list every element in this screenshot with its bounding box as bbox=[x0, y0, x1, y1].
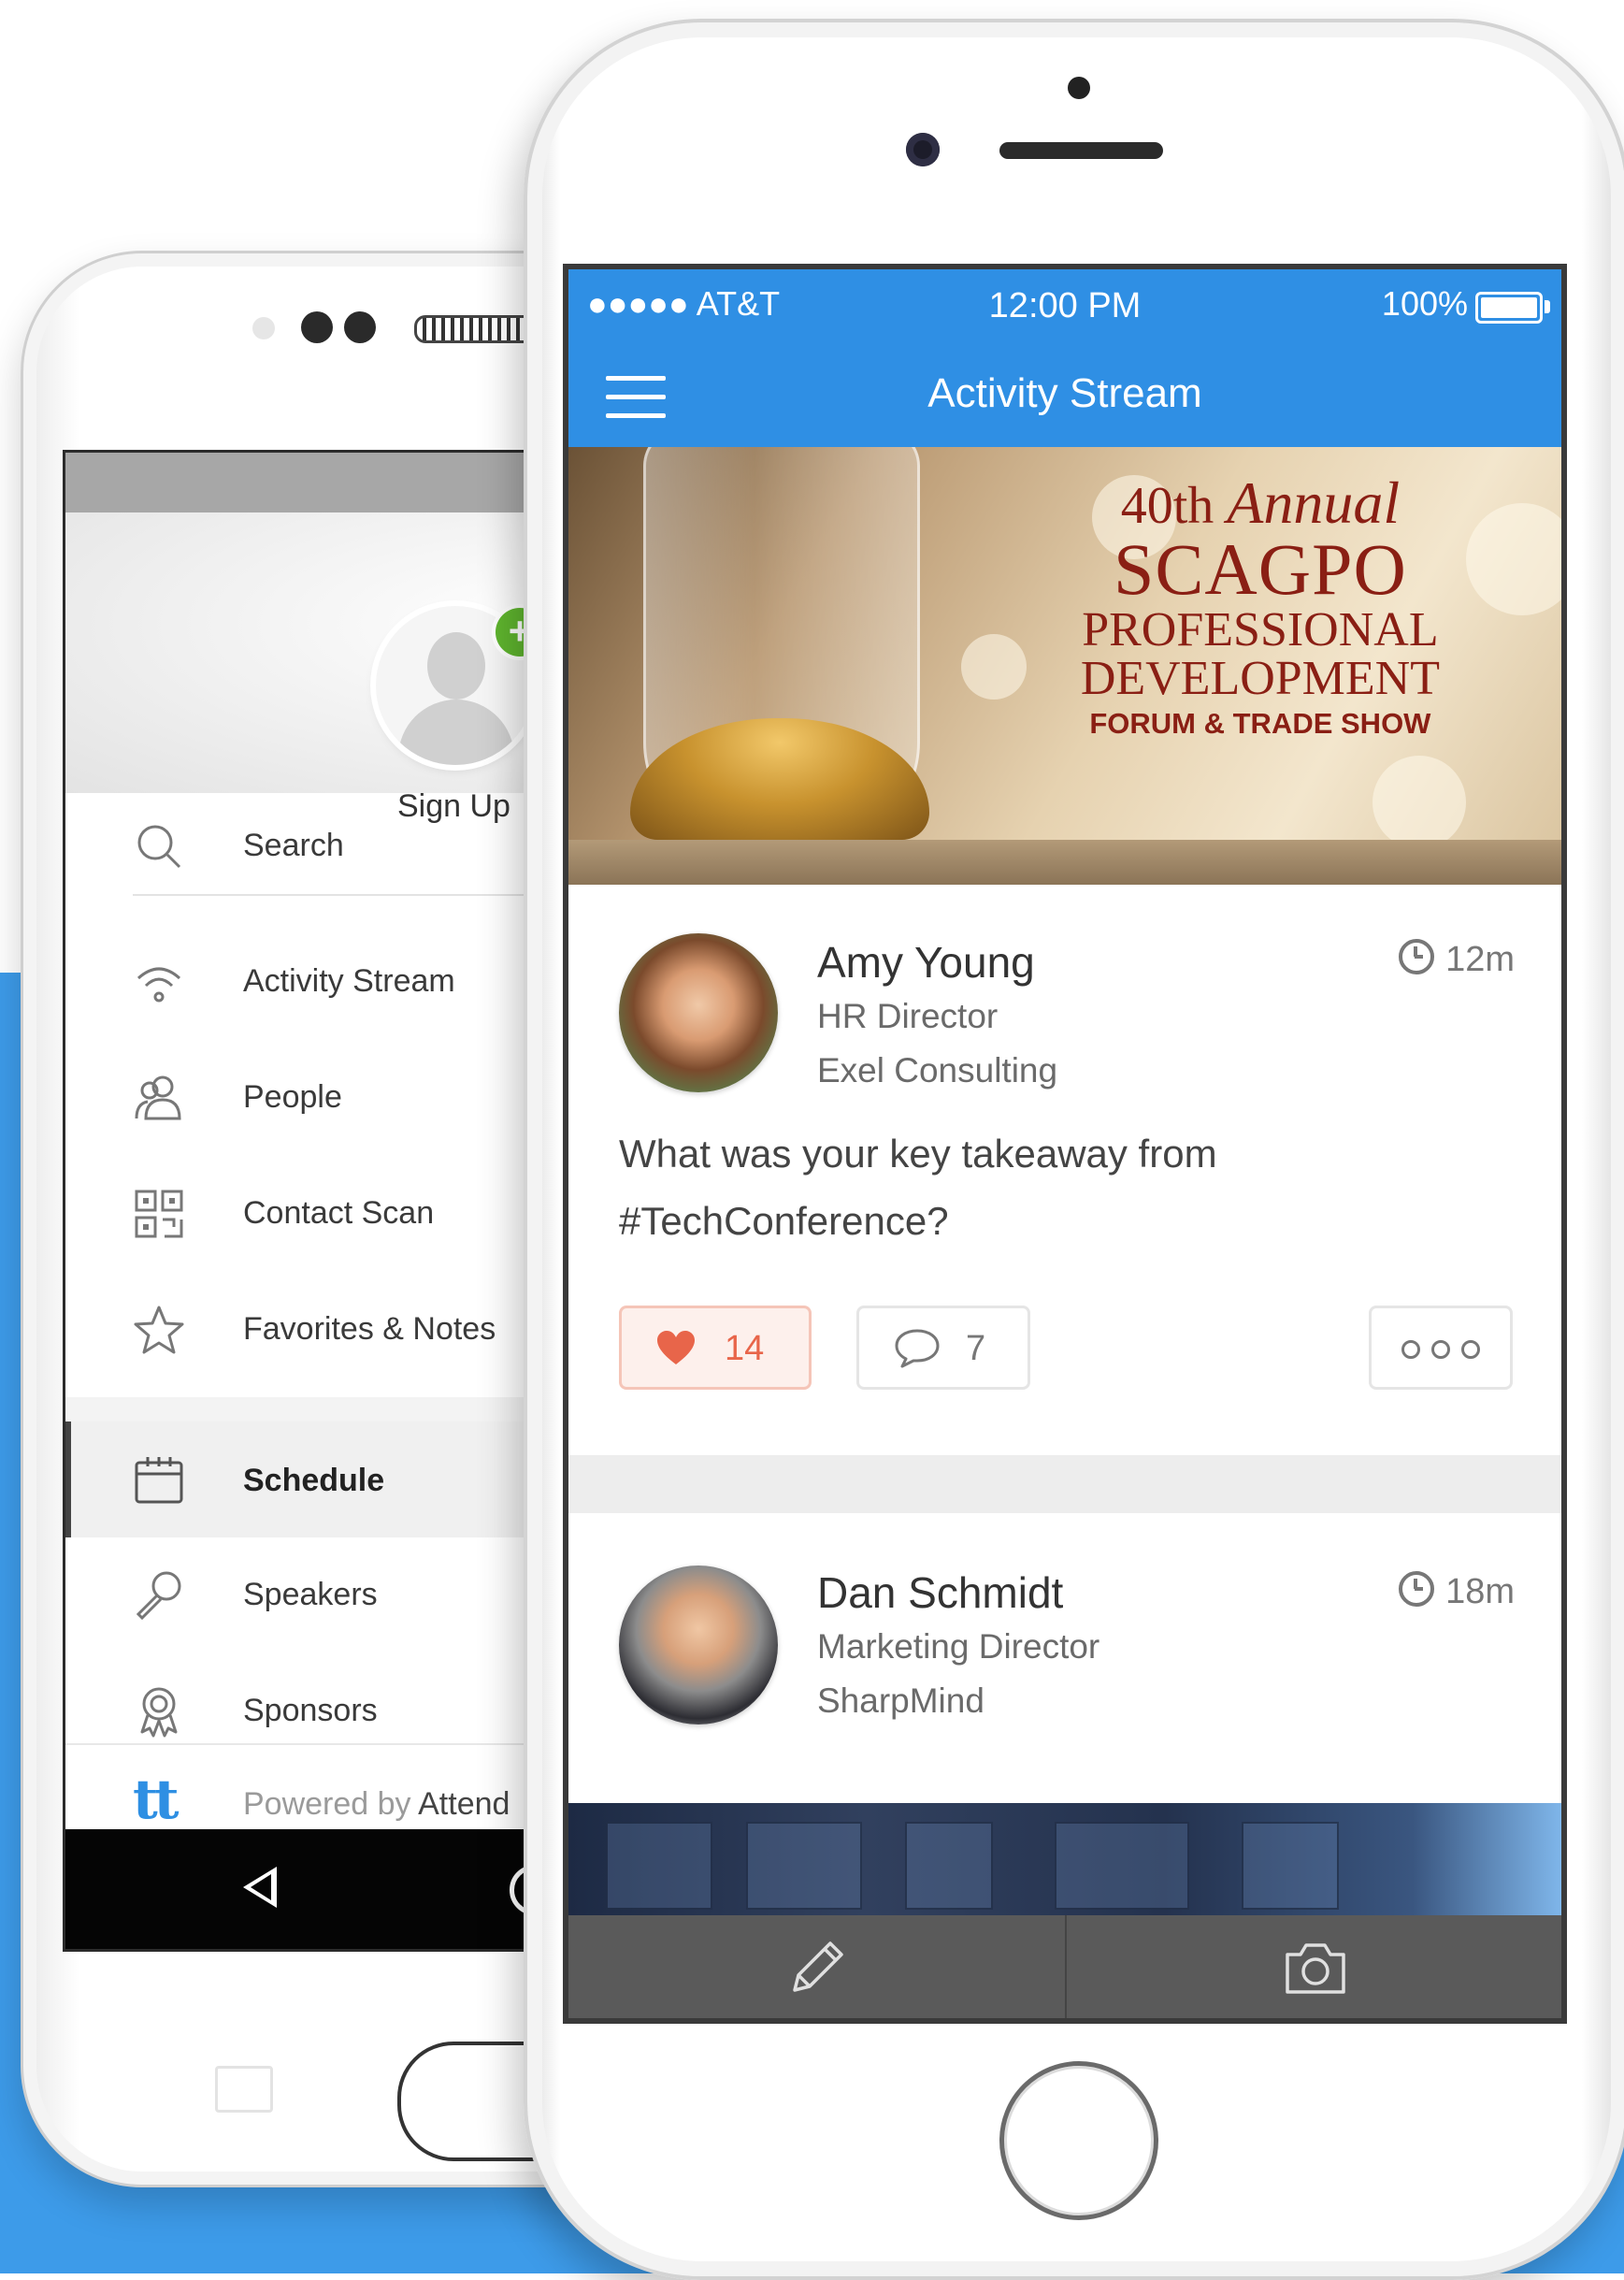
front-camera bbox=[301, 311, 333, 343]
iphone-home-button[interactable] bbox=[999, 2061, 1158, 2220]
active-indicator bbox=[65, 1421, 71, 1537]
compose-post-button[interactable] bbox=[568, 1915, 1065, 2018]
powered-by-label: Powered by Attend bbox=[243, 1786, 510, 1822]
microphone-icon bbox=[136, 1571, 181, 1621]
award-icon bbox=[140, 1687, 178, 1738]
calendar-icon bbox=[135, 1457, 183, 1504]
menu-item-label: Schedule bbox=[243, 1463, 385, 1498]
avatar[interactable] bbox=[619, 1566, 778, 1724]
post-text: What was your key takeaway from #TechCon… bbox=[619, 1132, 1217, 1243]
more-dots-icon bbox=[1401, 1340, 1420, 1359]
iphone: ●●●●● AT&T 12:00 PM 100% Activity Stream bbox=[524, 19, 1624, 2280]
clock-icon bbox=[1399, 1571, 1435, 1607]
camera-icon bbox=[1285, 1943, 1345, 1994]
nav-bar: Activity Stream bbox=[568, 344, 1561, 447]
wifi-icon bbox=[137, 967, 181, 1003]
coins-image bbox=[568, 840, 1561, 885]
like-button[interactable]: 14 bbox=[619, 1306, 812, 1390]
post-author-company: SharpMind bbox=[817, 1681, 984, 1720]
front-sensor bbox=[344, 311, 376, 343]
menu-item-label: Contact Scan bbox=[243, 1195, 435, 1231]
pencil-icon bbox=[792, 1941, 843, 1992]
recent-apps-icon[interactable] bbox=[215, 2066, 273, 2113]
people-icon bbox=[135, 1075, 181, 1120]
page-title: Activity Stream bbox=[927, 370, 1202, 416]
clock-icon bbox=[1399, 939, 1435, 974]
iphone-screen: ●●●●● AT&T 12:00 PM 100% Activity Stream bbox=[563, 264, 1567, 2024]
comment-button[interactable]: 7 bbox=[856, 1306, 1030, 1390]
proximity-sensor bbox=[252, 317, 275, 339]
menu-item-label: Speakers bbox=[243, 1577, 378, 1612]
battery-icon bbox=[1475, 292, 1543, 324]
search-icon bbox=[137, 825, 181, 869]
post-author-name[interactable]: Amy Young bbox=[817, 937, 1035, 988]
qr-code-icon bbox=[135, 1190, 183, 1238]
menu-item-label: People bbox=[243, 1079, 342, 1115]
ios-status-bar: ●●●●● AT&T 12:00 PM 100% bbox=[568, 269, 1561, 344]
battery-percent: 100% bbox=[1381, 284, 1468, 323]
post-actions: 14 7 bbox=[568, 1277, 1561, 1455]
menu-item-label: Sponsors bbox=[243, 1693, 378, 1728]
post-timestamp: 12m bbox=[1399, 939, 1515, 980]
heart-icon bbox=[657, 1331, 695, 1364]
attendify-logo: tt bbox=[133, 1768, 180, 1831]
front-camera bbox=[906, 133, 940, 166]
post-author-title: Marketing Director bbox=[817, 1627, 1100, 1666]
event-banner[interactable]: 40th Annual SCAGPO PROFESSIONAL DEVELOPM… bbox=[568, 447, 1561, 885]
post-author-name[interactable]: Dan Schmidt bbox=[817, 1567, 1063, 1618]
post-card[interactable]: Amy Young HR Director Exel Consulting 12… bbox=[568, 885, 1561, 1277]
like-count: 14 bbox=[725, 1329, 765, 1368]
comment-count: 7 bbox=[966, 1329, 986, 1368]
earpiece-speaker bbox=[999, 142, 1163, 159]
menu-item-label: Search bbox=[243, 828, 344, 863]
star-icon bbox=[134, 1306, 184, 1354]
post-card[interactable]: Dan Schmidt Marketing Director SharpMind… bbox=[568, 1513, 1561, 1803]
banner-title: 40th Annual SCAGPO PROFESSIONAL DEVELOPM… bbox=[1080, 469, 1440, 740]
proximity-sensor bbox=[1068, 77, 1090, 99]
photo-post-button[interactable] bbox=[1065, 1915, 1561, 2018]
comment-icon bbox=[895, 1329, 940, 1368]
post-author-title: HR Director bbox=[817, 997, 999, 1035]
menu-item-label: Favorites & Notes bbox=[243, 1311, 496, 1347]
post-image[interactable] bbox=[568, 1803, 1561, 1915]
post-timestamp: 18m bbox=[1399, 1571, 1515, 1612]
menu-item-label: Activity Stream bbox=[243, 963, 455, 999]
bottom-action-bar bbox=[568, 1915, 1561, 2018]
more-options-button[interactable] bbox=[1369, 1306, 1513, 1390]
avatar[interactable] bbox=[619, 933, 778, 1092]
post-author-company: Exel Consulting bbox=[817, 1051, 1058, 1089]
